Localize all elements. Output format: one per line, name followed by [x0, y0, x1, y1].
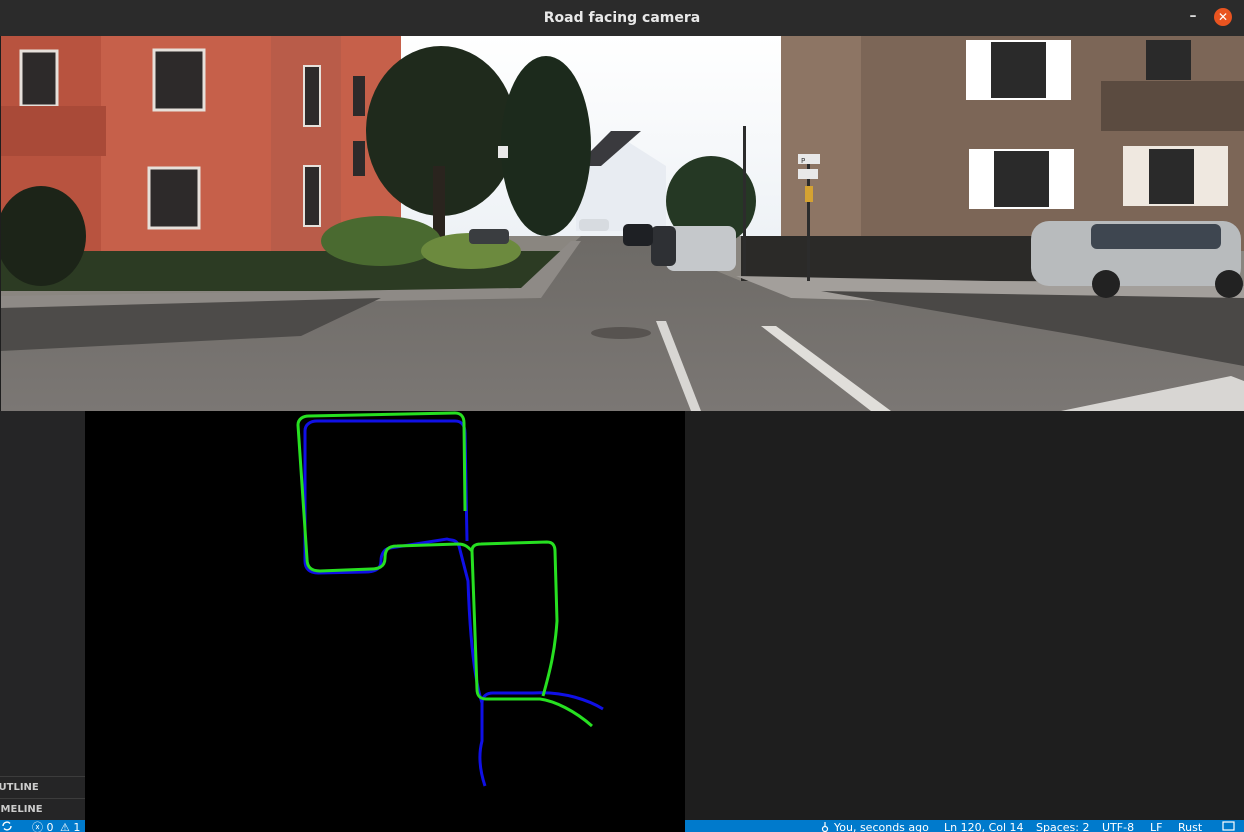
editor-sidebar: OUTLINE TIMELINE — [0, 411, 85, 820]
minimize-button[interactable]: – — [1184, 9, 1202, 27]
camera-frame: P — [1, 36, 1244, 411]
feedback-icon[interactable] — [1222, 820, 1236, 832]
indentation[interactable]: Spaces: 2 — [1036, 822, 1089, 832]
street-scene-image: P — [1, 36, 1244, 411]
line-ending[interactable]: LF — [1150, 822, 1162, 832]
encoding[interactable]: UTF-8 — [1102, 822, 1134, 832]
trajectory-canvas — [296, 411, 604, 787]
window-titlebar: Road facing camera – ✕ — [0, 0, 1244, 36]
timeline-section[interactable]: TIMELINE — [0, 798, 85, 820]
trajectory-plot — [85, 411, 685, 832]
street-sign-text: P — [801, 157, 805, 165]
close-button[interactable]: ✕ — [1214, 8, 1232, 26]
estimated-trajectory — [303, 419, 604, 787]
warnings-count[interactable]: ⚠ 1 — [60, 822, 80, 832]
language-mode[interactable]: Rust — [1178, 822, 1202, 832]
editor-pane — [685, 411, 1244, 820]
timeline-label: TIMELINE — [0, 804, 43, 815]
git-blame-icon[interactable] — [820, 822, 830, 832]
outline-label: OUTLINE — [0, 782, 39, 793]
status-bar: ⓧ 0 ⚠ 1 You, seconds ago Ln 120, Col 14 … — [0, 820, 1244, 832]
cursor-position[interactable]: Ln 120, Col 14 — [944, 822, 1024, 832]
git-blame[interactable]: You, seconds ago — [834, 822, 929, 832]
window-title: Road facing camera — [543, 10, 701, 26]
sync-icon[interactable] — [0, 820, 14, 832]
ground-truth-trajectory — [296, 411, 593, 728]
outline-section[interactable]: OUTLINE — [0, 776, 85, 798]
errors-count[interactable]: ⓧ 0 — [32, 822, 54, 832]
